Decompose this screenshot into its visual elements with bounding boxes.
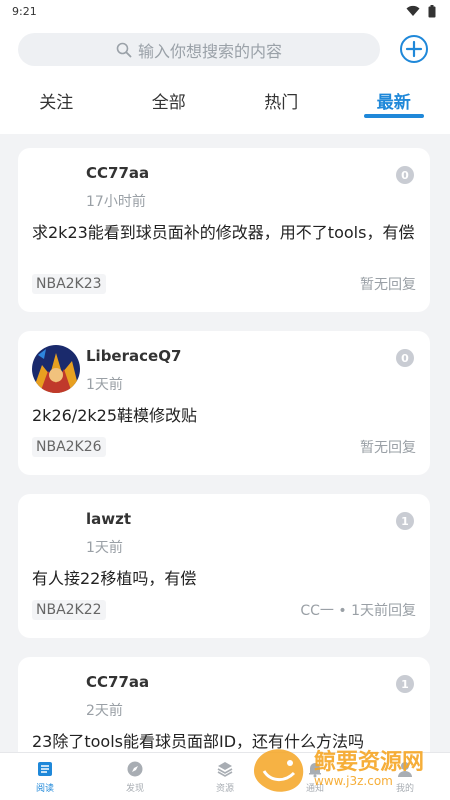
post-time: 17小时前	[86, 194, 146, 210]
search-icon	[116, 42, 132, 57]
avatar-image	[32, 345, 80, 393]
post-username[interactable]: lawzt	[86, 510, 131, 528]
avatar[interactable]	[32, 345, 80, 393]
post-time: 2天前	[86, 703, 123, 719]
watermark-url: www.j3z.com	[314, 774, 393, 788]
tab-follow[interactable]: 关注	[0, 84, 113, 124]
whale-logo-icon	[254, 749, 304, 792]
tab-bar: 关注 全部 热门 最新	[0, 84, 450, 124]
avatar[interactable]	[32, 671, 80, 719]
post-username[interactable]: LiberaceQ7	[86, 347, 181, 365]
nav-label: 阅读	[35, 784, 54, 794]
reply-status: 暂无回复	[360, 277, 416, 293]
nav-discover[interactable]: 发现	[90, 753, 180, 800]
header: 输入你想搜索的内容 关注 全部 热门 最新	[0, 22, 450, 134]
battery-icon	[428, 4, 436, 17]
nav-read[interactable]: 阅读	[0, 753, 90, 800]
nav-label: 发现	[125, 784, 144, 794]
status-time: 9:21	[12, 4, 37, 18]
tab-all[interactable]: 全部	[113, 84, 226, 124]
watermark-text: 鲸要资源网	[314, 750, 425, 775]
reply-status: CC一 • 1天前回复	[300, 603, 416, 619]
search-placeholder: 输入你想搜索的内容	[137, 41, 282, 61]
avatar[interactable]	[32, 508, 80, 556]
game-tag[interactable]: NBA2K23	[32, 274, 106, 294]
layers-icon	[217, 762, 233, 777]
post-content[interactable]: 求2k23能看到球员面补的修改器，用不了tools，有偿	[32, 222, 416, 243]
reply-status: 暂无回复	[360, 440, 416, 456]
game-tag[interactable]: NBA2K26	[32, 437, 106, 457]
post-time: 1天前	[86, 377, 123, 393]
wifi-icon	[406, 5, 420, 16]
reply-count-badge: 0	[396, 166, 414, 184]
post-username[interactable]: CC77aa	[86, 673, 149, 691]
nav-label: 资源	[215, 784, 234, 794]
tab-latest[interactable]: 最新	[338, 84, 450, 124]
post-card[interactable]: CC77aa 17小时前 0 求2k23能看到球员面补的修改器，用不了tools…	[18, 148, 430, 312]
compass-icon	[127, 761, 143, 777]
reply-count-badge: 0	[396, 349, 414, 367]
post-username[interactable]: CC77aa	[86, 164, 149, 182]
tab-hot[interactable]: 热门	[225, 84, 338, 124]
watermark: 鲸要资源网 www.j3z.com	[250, 740, 450, 800]
avatar[interactable]	[32, 162, 80, 210]
add-post-button[interactable]	[399, 34, 429, 64]
book-icon	[38, 762, 52, 776]
status-bar: 9:21	[0, 0, 450, 22]
post-card[interactable]: LiberaceQ7 1天前 0 2k26/2k25鞋模修改贴 NBA2K26 …	[18, 331, 430, 475]
game-tag[interactable]: NBA2K22	[32, 600, 106, 620]
search-input[interactable]: 输入你想搜索的内容	[18, 33, 380, 66]
post-time: 1天前	[86, 540, 123, 556]
post-content[interactable]: 有人接22移植吗，有偿	[32, 568, 416, 589]
post-card[interactable]: lawzt 1天前 1 有人接22移植吗，有偿 NBA2K22 CC一 • 1天…	[18, 494, 430, 638]
reply-count-badge: 1	[396, 675, 414, 693]
reply-count-badge: 1	[396, 512, 414, 530]
post-content[interactable]: 2k26/2k25鞋模修改贴	[32, 405, 416, 426]
